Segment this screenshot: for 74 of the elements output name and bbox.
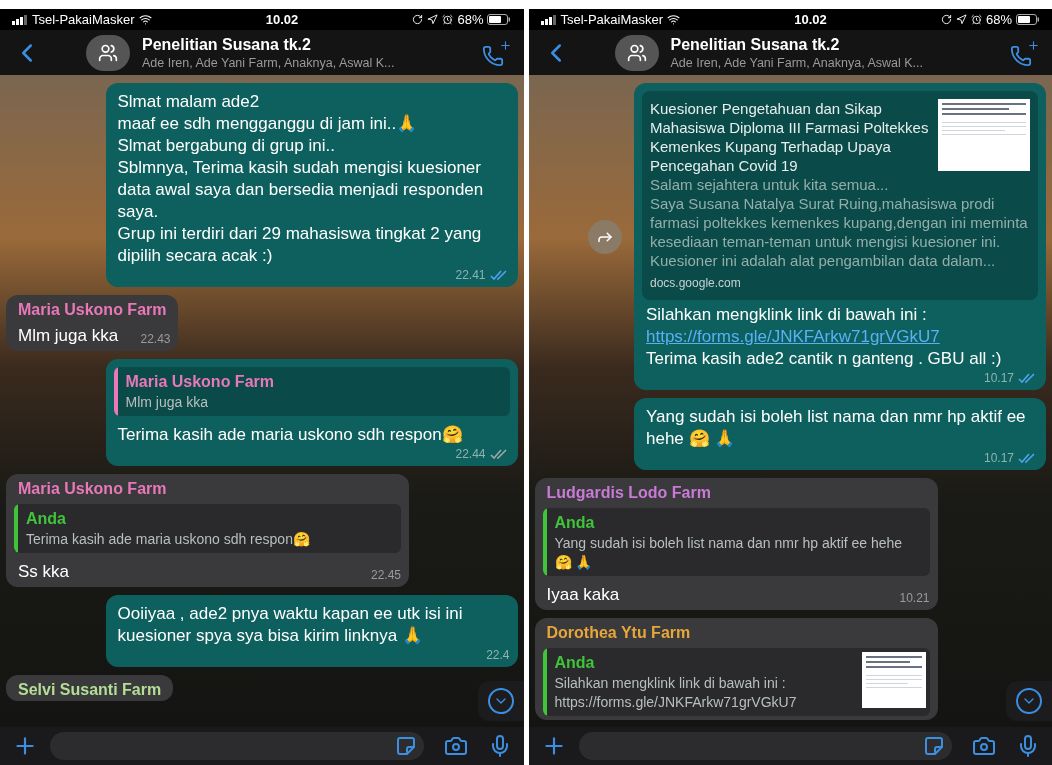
alarm-icon: [970, 14, 982, 25]
message-time: 22.4: [486, 647, 510, 664]
group-avatar[interactable]: [86, 34, 130, 71]
link-preview-card[interactable]: [642, 91, 1038, 300]
group-avatar[interactable]: [614, 34, 659, 71]
message-text: Iyaa kaka: [545, 584, 621, 606]
add-call-icon[interactable]: [1010, 38, 1040, 67]
wifi-icon: [667, 13, 681, 26]
link-preview-description: Salam sejahtera untuk kita semua... Saya Susana Natalya Surat Ruing,mahasiswa prodi farmasi poltekkes kemenkes kupang,dengan ini meminta kesediaan teman-teman untuk mengisi kuesioner ini. Kuesioner ini adalah alat pengambilan data dalam...: [650, 175, 1029, 270]
sticker-icon[interactable]: [924, 736, 944, 756]
quote-author: Anda: [26, 509, 67, 529]
forward-button[interactable]: [588, 219, 622, 254]
message-time: 22.41: [455, 267, 486, 284]
quoted-message[interactable]: Anda Terima kasih ade maria uskono sdh respon🤗: [14, 504, 401, 553]
battery-icon: [487, 14, 512, 25]
message-input-field[interactable]: [50, 732, 424, 760]
message-text: Silahkan mengklink link di bawah ini : https://forms.gle/JNKFArkw71grVGkU7 Terima kasih ade2 cantik n ganteng . GBU all :): [645, 304, 1003, 370]
scroll-down-button[interactable]: [477, 681, 524, 721]
wifi-icon: [138, 13, 152, 26]
message-time: 22.44: [455, 446, 486, 463]
alarm-icon: [442, 14, 454, 25]
message-text: Yang sudah isi boleh list nama dan nmr hp aktif ee hehe 🤗 🙏: [645, 406, 1027, 450]
clock-time: 10.02: [794, 10, 827, 29]
signal-icon: [540, 14, 557, 25]
group-icon: [626, 42, 647, 63]
quoted-message[interactable]: Maria Uskono Farm Mlm juga kka: [113, 367, 510, 416]
chat-title: Penelitian Susana tk.2: [142, 34, 312, 55]
message-input-field[interactable]: [578, 732, 952, 760]
group-icon: [98, 42, 118, 63]
camera-icon[interactable]: [443, 734, 468, 758]
message-text: Terima kasih ade maria uskono sdh respon🤗: [116, 424, 464, 446]
rotation-lock-icon: [412, 14, 424, 25]
location-icon: [427, 14, 439, 25]
quote-author: Anda: [554, 513, 596, 533]
message-text: Ss kka: [17, 561, 71, 583]
message-time: 22.43: [140, 331, 171, 348]
add-call-icon[interactable]: [481, 38, 512, 67]
message-time: 22.45: [370, 567, 401, 584]
sender-name: Ludgardis Lodo Farm: [545, 483, 712, 503]
message-text: Ooiiyaa , ade2 pnya waktu kapan ee utk isi ini kuesioner spya sya bisa kirim linknya 🙏: [116, 603, 464, 647]
rotation-lock-icon: [940, 14, 952, 25]
message-text: Slmat malam ade2 maaf ee sdh mengganggu di jam ini..🙏 Slmat bergabung di grup ini.. Sblmnya, Terima kasih sudah mengisi kuesioner data awal saya dan bersedia menjadi responden saya. Grup ini terdiri dari 29 mahasiswa tingkat 2 yang dipilih secara acak :): [116, 91, 485, 267]
sender-name: Dorothea Ytu Farm: [545, 623, 692, 643]
quote-author: Anda: [554, 653, 596, 673]
message-time: 10.17: [983, 450, 1014, 467]
quote-author: Maria Uskono Farm: [125, 372, 275, 392]
battery-percent: 68%: [985, 10, 1012, 29]
message-text: Mlm juga kka: [17, 325, 120, 347]
link-preview-domain: docs.google.com: [650, 275, 742, 292]
message-time: 10.21: [899, 590, 930, 607]
location-icon: [955, 14, 967, 25]
sender-name: Maria Uskono Farm: [17, 479, 168, 499]
camera-icon[interactable]: [972, 734, 996, 758]
scroll-down-button[interactable]: [1006, 681, 1052, 721]
quote-text: Terima kasih ade maria uskono sdh respon🤗: [26, 530, 311, 549]
battery-percent: 68%: [457, 10, 484, 29]
sticker-icon[interactable]: [395, 736, 416, 756]
link-preview-title: Kuesioner Pengetahuan dan Sikap Mahasiswa Diploma III Farmasi Poltekkes Kemenkes Kupang Terhadap Upaya Pencegahan Covid 19: [650, 99, 930, 175]
quote-text: Silahkan mengklink link di bawah ini : https://forms.gle/JNKFArkw71grVGkU7: [554, 674, 798, 712]
carrier-name: Tsel-PakaiMasker: [32, 10, 135, 29]
quote-text: Yang sudah isi boleh list nama dan nmr hp aktif ee hehe 🤗 🙏: [554, 534, 904, 572]
carrier-name: Tsel-PakaiMasker: [560, 10, 664, 29]
chat-members: Ade Iren, Ade Yani Farm, Anaknya, Aswal K...: [142, 54, 396, 71]
quoted-message[interactable]: Anda Silahkan mengklink link di bawah ini : https://forms.gle/JNKFArkw71grVGkU7: [542, 648, 930, 716]
signal-icon: [12, 14, 28, 25]
battery-icon: [1016, 14, 1040, 25]
quote-text: Mlm juga kka: [125, 393, 209, 412]
sender-name: Selvi Susanti Farm: [17, 680, 163, 700]
chat-title: Penelitian Susana tk.2: [670, 34, 841, 55]
message-time: 10.17: [983, 370, 1014, 387]
clock-time: 10.02: [265, 10, 299, 29]
quoted-message[interactable]: Anda Yang sudah isi boleh list nama dan nmr hp aktif ee hehe 🤗 🙏: [542, 508, 930, 576]
sender-name: Maria Uskono Farm: [17, 300, 168, 320]
chat-members: Ade Iren, Ade Yani Farm, Anaknya, Aswal K...: [670, 54, 924, 71]
